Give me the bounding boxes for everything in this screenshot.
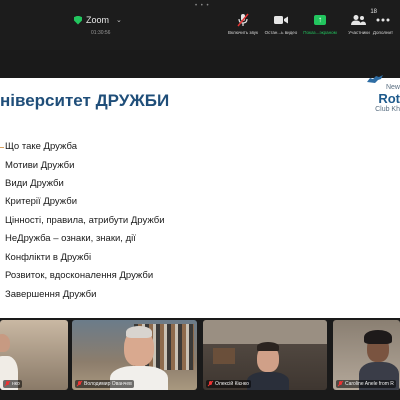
meeting-timer: 01:30:56 <box>91 30 111 36</box>
logo-text-new: New <box>385 84 400 91</box>
slide-list-item: Конфлікти в Дружбі <box>5 252 92 263</box>
participant-video-strip: нко Володимир Ованчев Олексій Кієнко Car… <box>0 318 400 400</box>
rotary-club-logo: New Rot Club Kh <box>360 75 400 128</box>
slide-list-item: Види Дружби <box>5 178 64 189</box>
share-screen-icon: ↑ <box>314 14 326 25</box>
logo-text-rotary: Rot <box>378 91 400 106</box>
stop-video-label: Остан...ь видео <box>264 30 298 35</box>
meeting-top-bar: • • • Zoom ⌄ 01:30:56 Включить звук Оста… <box>0 0 400 50</box>
shared-screen-slide: ніверситет ДРУЖБИ New Rot Club Kh Що так… <box>0 75 400 318</box>
slide-list-item: Що таке Дружба <box>5 141 77 152</box>
video-camera-icon <box>259 12 303 27</box>
app-title: Zoom <box>86 15 110 25</box>
window-drag-dots[interactable]: • • • <box>195 3 210 9</box>
participant-name: Caroline Anele from R <box>345 381 394 387</box>
participant-name: Олексій Кієнко <box>215 381 249 387</box>
participant-hair <box>364 330 392 344</box>
participant-hair <box>126 326 152 338</box>
participant-video-tile[interactable]: Володимир Ованчев <box>72 320 197 390</box>
participant-video-tile[interactable]: Caroline Anele from R <box>333 320 400 390</box>
participant-video-tile[interactable]: Олексій Кієнко <box>203 320 327 390</box>
participant-video-tile[interactable]: нко <box>0 320 68 390</box>
slide-list-item: Завершення Дружби <box>5 289 97 300</box>
muted-microphone-icon <box>5 381 10 387</box>
more-button[interactable]: Дополнит <box>366 12 400 35</box>
slide-list-item: Розвиток, вдосконалення Дружби <box>5 270 154 281</box>
muted-microphone-icon <box>338 381 343 387</box>
participant-name: нко <box>12 381 20 387</box>
horse-icon <box>367 75 383 83</box>
room-background <box>203 320 327 344</box>
meeting-info-menu[interactable]: Zoom ⌄ <box>74 15 122 25</box>
more-label: Дополнит <box>372 30 394 35</box>
shield-icon <box>74 15 82 25</box>
participant-hair <box>257 342 279 351</box>
more-dots-icon <box>366 12 400 27</box>
participant-name-tag: Caroline Anele from R <box>336 380 396 388</box>
muted-microphone-icon <box>77 381 82 387</box>
slide-list-item: Мотиви Дружби <box>5 160 75 171</box>
room-furniture <box>213 348 235 364</box>
muted-microphone-icon <box>208 381 213 387</box>
participant-body <box>247 372 289 390</box>
slide-title: ніверситет ДРУЖБИ <box>0 91 170 110</box>
zoom-window: • • • Zoom ⌄ 01:30:56 Включить звук Оста… <box>0 0 400 400</box>
participant-name-tag: нко <box>3 380 22 388</box>
slide-list-item: НеДружба – ознаки, знаки, дії <box>5 233 136 244</box>
slide-list-item: Критерії Дружби <box>5 196 78 207</box>
participant-face <box>0 334 10 352</box>
share-screen-label: Показ...экраном <box>303 30 337 35</box>
chevron-down-icon: ⌄ <box>116 17 122 24</box>
share-screen-button[interactable]: ↑ Показ...экраном <box>298 12 342 35</box>
logo-text-club: Club Kh <box>375 106 400 113</box>
participant-name-tag: Володимир Ованчев <box>75 380 134 388</box>
slide-list-item: Цінності, правила, атрибути Дружби <box>5 215 165 226</box>
stop-video-button[interactable]: Остан...ь видео <box>259 12 303 35</box>
participant-name: Володимир Ованчев <box>84 381 132 387</box>
participant-name-tag: Олексій Кієнко <box>206 380 251 388</box>
bullet-marker <box>0 147 4 148</box>
